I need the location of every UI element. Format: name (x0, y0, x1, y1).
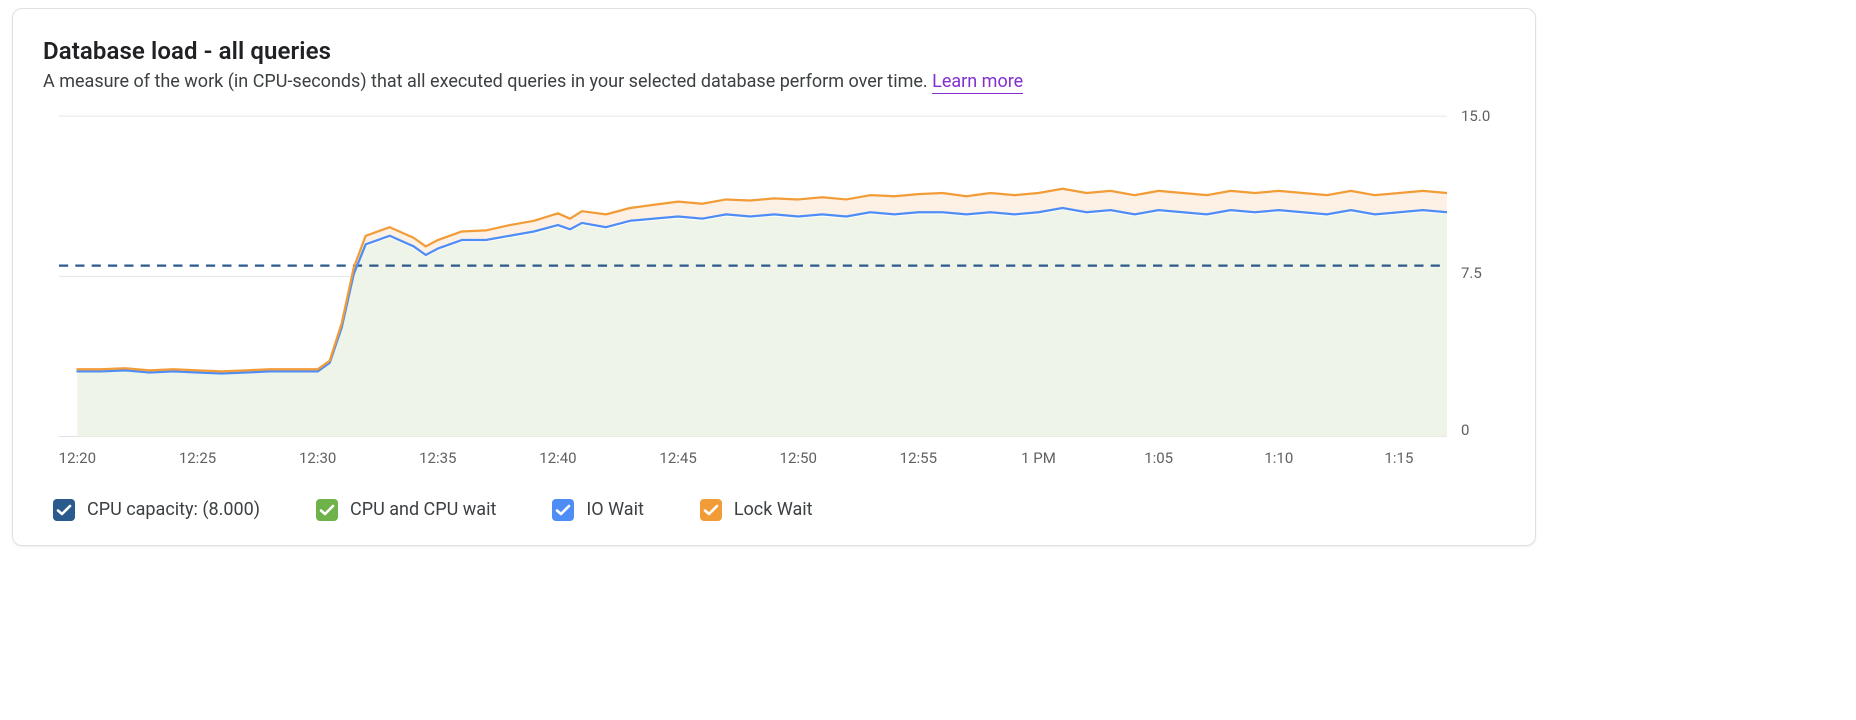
y-tick-label: 15.0 (1461, 107, 1490, 125)
legend-label: Lock Wait (734, 499, 813, 520)
x-tick-label: 12:50 (780, 449, 817, 467)
x-tick-label: 1:15 (1384, 449, 1413, 467)
y-tick-label: 7.5 (1461, 264, 1482, 282)
x-tick-label: 1:10 (1264, 449, 1293, 467)
legend-label: IO Wait (586, 499, 643, 520)
x-tick-label: 12:45 (659, 449, 696, 467)
y-axis: 07.515.0 (1447, 110, 1507, 430)
checkbox-icon (700, 499, 722, 521)
card-description-text: A measure of the work (in CPU-seconds) t… (43, 71, 928, 92)
y-tick-label: 0 (1461, 421, 1469, 439)
legend-label: CPU and CPU wait (350, 499, 496, 520)
x-axis: 12:20 12:25 12:30 12:35 12:40 12:45 12:50 12:55… (59, 449, 1447, 471)
database-load-card: Database load - all queries A measure of… (12, 8, 1536, 546)
checkbox-icon (53, 499, 75, 521)
legend: CPU capacity: (8.000) CPU and CPU wait I… (53, 499, 1507, 521)
card-title: Database load - all queries (43, 37, 1507, 65)
legend-cpu-capacity[interactable]: CPU capacity: (8.000) (53, 499, 260, 521)
x-tick-label: 1:05 (1144, 449, 1173, 467)
x-tick-label: 1 PM (1021, 449, 1056, 467)
legend-io-wait[interactable]: IO Wait (552, 499, 643, 521)
x-tick-label: 12:55 (900, 449, 937, 467)
chart: 07.515.0 12:2012:2512:3012:3512:4012:451… (59, 110, 1507, 471)
x-tick-label: 12:20 (59, 449, 96, 467)
legend-label: CPU capacity: (8.000) (87, 499, 260, 520)
card-description: A measure of the work (in CPU-seconds) t… (43, 71, 1507, 92)
x-tick-label: 12:40 (539, 449, 576, 467)
x-tick-label: 12:35 (419, 449, 456, 467)
x-tick-label: 12:25 (179, 449, 216, 467)
checkbox-icon (552, 499, 574, 521)
checkbox-icon (316, 499, 338, 521)
legend-cpu-wait[interactable]: CPU and CPU wait (316, 499, 496, 521)
learn-more-link[interactable]: Learn more (932, 71, 1023, 94)
legend-lock-wait[interactable]: Lock Wait (700, 499, 813, 521)
x-tick-label: 12:30 (299, 449, 336, 467)
chart-plot[interactable] (59, 110, 1447, 441)
